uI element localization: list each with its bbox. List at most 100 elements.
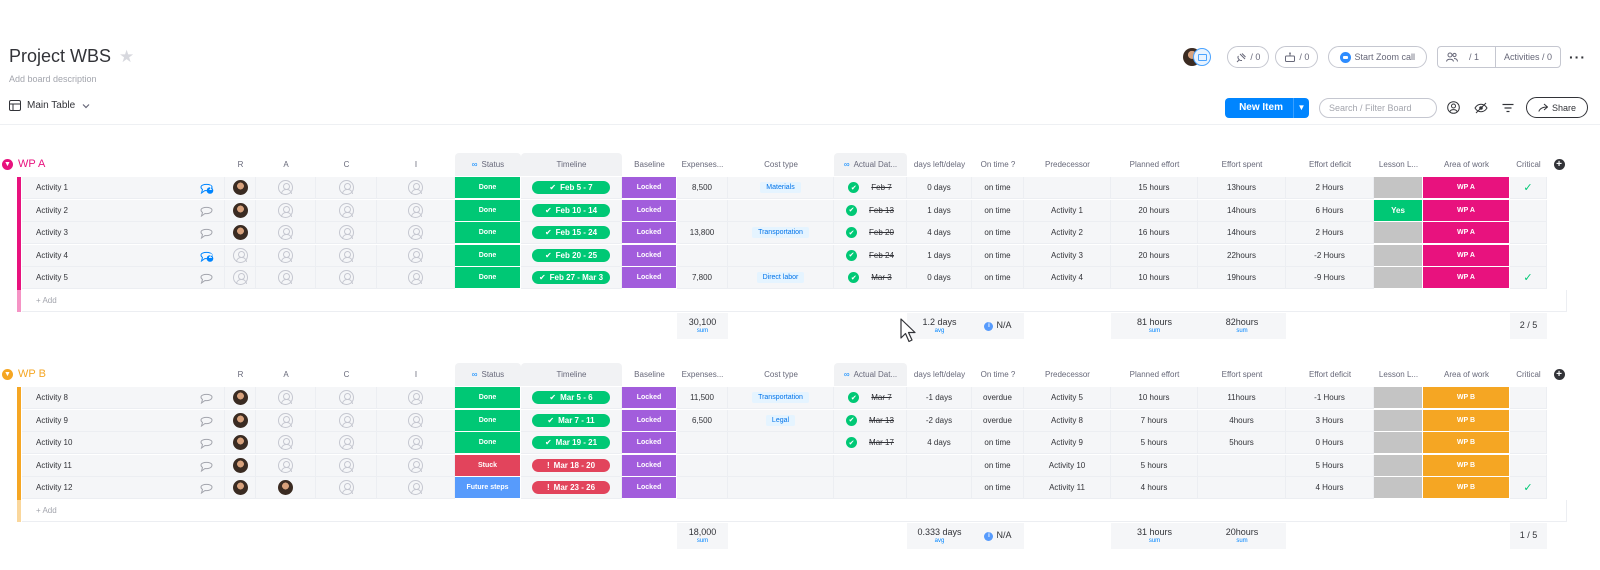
cell-a[interactable] (256, 244, 316, 267)
cell-timeline[interactable]: ✔ Feb 10 - 14 (521, 199, 622, 222)
comment-bubble-icon[interactable]: 1 (199, 181, 214, 195)
cell-deficit[interactable]: -2 Hours (1286, 244, 1374, 267)
search-input[interactable]: Search / Filter Board (1318, 97, 1437, 118)
cell-actual[interactable]: ✔ Feb 13 (834, 199, 907, 222)
cell-r[interactable] (225, 432, 256, 454)
cell-actual[interactable]: ✔ Feb 24 (834, 244, 907, 267)
cell-spent[interactable] (1198, 454, 1286, 477)
column-header[interactable]: I (377, 153, 455, 176)
timeline-pill[interactable]: ✔ Feb 5 - 7 (532, 181, 610, 194)
column-header[interactable]: Area of work (1423, 153, 1510, 176)
cell-lesson[interactable] (1374, 432, 1423, 454)
cell-i[interactable] (377, 477, 455, 499)
cell-spent[interactable]: 4hours (1198, 409, 1286, 432)
cell-pred[interactable] (1024, 177, 1111, 199)
cell-baseline[interactable]: Locked (622, 222, 677, 244)
cell-ontime[interactable]: on time (972, 244, 1024, 267)
column-header[interactable]: Cost type (728, 153, 834, 176)
cell-expenses[interactable]: 13,800 (677, 222, 728, 244)
column-header[interactable]: Predecessor (1024, 363, 1111, 386)
summary-expenses[interactable]: 18,000 sum (677, 523, 728, 549)
cell-baseline[interactable]: Locked (622, 244, 677, 267)
cell-actual[interactable] (834, 477, 907, 499)
timeline-pill[interactable]: ✔ Feb 10 - 14 (532, 203, 610, 217)
cell-c[interactable] (316, 199, 377, 222)
column-header[interactable]: Effort spent (1198, 363, 1286, 386)
cell-cost-type[interactable] (728, 432, 834, 454)
cell-days[interactable]: 0 days (907, 177, 972, 199)
timeline-pill[interactable]: ✔ Feb 15 - 24 (532, 226, 610, 239)
column-header[interactable]: Lesson L... (1374, 363, 1423, 386)
cell-i[interactable] (377, 244, 455, 267)
cell-c[interactable] (316, 387, 377, 409)
cell-actual[interactable]: ✔ Mar 13 (834, 409, 907, 432)
column-header[interactable]: ∞ Status (455, 153, 521, 176)
cell-status[interactable]: Done (455, 387, 521, 409)
cell-timeline[interactable]: ✔ Mar 7 - 11 (521, 409, 622, 432)
cell-actual[interactable]: ✔ Feb 7 (834, 177, 907, 199)
cell-status[interactable]: Done (455, 177, 521, 199)
cell-a[interactable] (256, 177, 316, 199)
timeline-pill[interactable]: ! Mar 23 - 26 (532, 481, 610, 494)
column-header[interactable]: days left/delay (907, 363, 972, 386)
summary-critical[interactable]: 1 / 5 (1510, 523, 1547, 549)
cell-pred[interactable]: Activity 5 (1024, 387, 1111, 409)
comment-bubble-icon[interactable] (199, 414, 214, 427)
cell-ontime[interactable]: on time (972, 432, 1024, 454)
item-name[interactable]: Activity 1 (36, 183, 68, 192)
timeline-pill[interactable]: ! Mar 18 - 20 (532, 458, 610, 472)
cell-a[interactable] (256, 477, 316, 499)
column-header[interactable]: A (256, 153, 316, 176)
cell-days[interactable]: 1 days (907, 244, 972, 267)
cell-critical[interactable] (1510, 454, 1547, 477)
timeline-pill[interactable]: ✔ Mar 19 - 21 (532, 436, 610, 449)
cell-critical[interactable] (1510, 222, 1547, 244)
cell-critical[interactable] (1510, 387, 1547, 409)
cell-c[interactable] (316, 432, 377, 454)
timeline-pill[interactable]: ✔ Feb 20 - 25 (532, 248, 610, 262)
cell-actual[interactable]: ✔ Feb 20 (834, 222, 907, 244)
cell-a[interactable] (256, 387, 316, 409)
cell-area[interactable]: WP B (1423, 454, 1510, 477)
cell-days[interactable]: 4 days (907, 432, 972, 454)
cell-r[interactable] (225, 222, 256, 244)
cell-i[interactable] (377, 267, 455, 289)
cell-ontime[interactable]: overdue (972, 409, 1024, 432)
cell-a[interactable] (256, 267, 316, 289)
cell-cost-type[interactable] (728, 244, 834, 267)
column-header[interactable]: days left/delay (907, 153, 972, 176)
activities-button[interactable]: Activities / 0 (1494, 47, 1560, 67)
cell-status[interactable]: Done (455, 409, 521, 432)
cell-lesson[interactable] (1374, 267, 1423, 289)
board-description[interactable]: Add board description (9, 74, 97, 84)
column-header[interactable]: ∞ Actual Dat... (834, 153, 907, 176)
cell-area[interactable]: WP B (1423, 432, 1510, 454)
cell-deficit[interactable]: 3 Hours (1286, 409, 1374, 432)
cell-status[interactable]: Stuck (455, 454, 521, 477)
collapse-chevron-icon[interactable]: ▼ (2, 158, 13, 170)
cell-i[interactable] (377, 409, 455, 432)
cell-cost-type[interactable] (728, 199, 834, 222)
group-title[interactable]: ▼ WP B (2, 368, 46, 380)
star-icon[interactable]: ★ (119, 47, 134, 67)
cell-planned[interactable]: 4 hours (1111, 477, 1198, 499)
cell-c[interactable] (316, 454, 377, 477)
cell-name[interactable]: Activity 5 (22, 267, 225, 289)
cell-pred[interactable]: Activity 11 (1024, 477, 1111, 499)
cell-spent[interactable]: 19hours (1198, 267, 1286, 289)
column-header[interactable]: Effort spent (1198, 153, 1286, 176)
cell-c[interactable] (316, 177, 377, 199)
cell-expenses[interactable]: 8,500 (677, 177, 728, 199)
item-name[interactable]: Activity 3 (36, 228, 68, 237)
cell-pred[interactable]: Activity 10 (1024, 454, 1111, 477)
column-header[interactable]: R (225, 363, 256, 386)
cell-status[interactable]: Done (455, 222, 521, 244)
column-header[interactable]: Critical (1510, 363, 1547, 386)
cell-lesson[interactable] (1374, 454, 1423, 477)
cell-name[interactable]: Activity 11 (22, 454, 225, 477)
cell-pred[interactable]: Activity 1 (1024, 199, 1111, 222)
column-header[interactable]: Planned effort (1111, 153, 1198, 176)
cell-name[interactable]: Activity 9 (22, 409, 225, 432)
cell-critical[interactable]: ✓ (1510, 267, 1547, 289)
item-name[interactable]: Activity 4 (36, 251, 68, 260)
